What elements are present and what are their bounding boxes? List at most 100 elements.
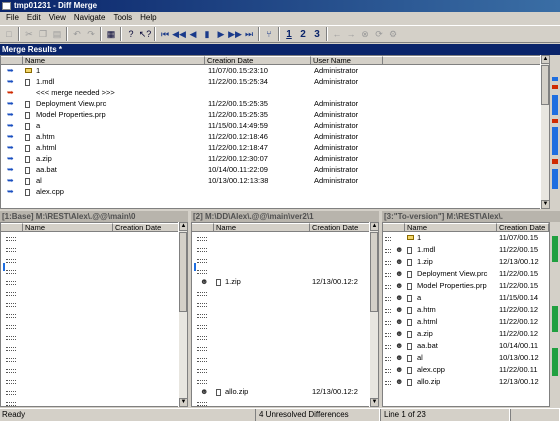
row-name[interactable]: 1 bbox=[36, 66, 212, 76]
column-header-name[interactable]: Name bbox=[23, 56, 205, 65]
menu-view[interactable]: View bbox=[45, 12, 70, 24]
menu-bar: File Edit View Navigate Tools Help bbox=[0, 12, 560, 24]
row-name[interactable]: aa.bat bbox=[417, 341, 497, 351]
refresh-icon[interactable]: ⟳ bbox=[372, 27, 386, 41]
diff-map-strip[interactable] bbox=[550, 222, 560, 407]
prev-conflict-icon[interactable]: ◀◀ bbox=[172, 27, 186, 41]
options-icon[interactable]: ⚙ bbox=[386, 27, 400, 41]
empty-row-marker bbox=[6, 270, 16, 274]
menu-tools[interactable]: Tools bbox=[109, 12, 136, 24]
row-name[interactable]: 1 bbox=[417, 233, 497, 243]
column-header-creation-date[interactable]: Creation Date bbox=[205, 56, 311, 65]
contributor-3-list[interactable]: Name Creation Date 1 11/07/00.15 ☻ 1.mdl 11/… bbox=[382, 222, 550, 407]
scroll-up-arrow-icon[interactable]: ▲ bbox=[179, 222, 188, 231]
column-header-creation-date[interactable]: Creation Date bbox=[310, 223, 370, 232]
paste-icon[interactable]: ▤ bbox=[50, 27, 64, 41]
row-name[interactable]: <<< merge needed >>> bbox=[36, 88, 212, 98]
diff-marker bbox=[552, 306, 558, 332]
column-header-creation-date[interactable]: Creation Date bbox=[113, 223, 179, 232]
scroll-down-arrow-icon[interactable]: ▼ bbox=[179, 398, 188, 407]
row-name[interactable]: a.htm bbox=[417, 305, 497, 315]
new-icon[interactable]: □ bbox=[2, 27, 16, 41]
row-name[interactable]: allo.zip bbox=[225, 387, 248, 397]
current-icon[interactable]: ▮ bbox=[200, 27, 214, 41]
print-icon[interactable]: ▦ bbox=[104, 27, 118, 41]
scroll-thumb[interactable] bbox=[541, 65, 549, 105]
contributor-2-scrollbar[interactable]: ▲ ▼ bbox=[369, 222, 379, 407]
row-name[interactable]: 1.mdl bbox=[417, 245, 497, 255]
scroll-thumb[interactable] bbox=[179, 232, 187, 312]
copy-icon[interactable]: ❐ bbox=[36, 27, 50, 41]
cut-icon[interactable]: ✂ bbox=[22, 27, 36, 41]
row-name[interactable]: 1.zip bbox=[225, 277, 241, 287]
back-icon[interactable]: ← bbox=[330, 27, 344, 41]
row-name[interactable]: al bbox=[36, 176, 212, 186]
column-header-icon[interactable] bbox=[383, 223, 405, 232]
row-name[interactable]: al bbox=[417, 353, 497, 363]
column-header-creation-date[interactable]: Creation Date bbox=[497, 223, 549, 232]
scroll-thumb[interactable] bbox=[370, 232, 378, 312]
row-name[interactable]: Deployment View.prc bbox=[417, 269, 497, 279]
menu-help[interactable]: Help bbox=[136, 12, 160, 24]
row-name[interactable]: Model Properties.prp bbox=[36, 110, 212, 120]
column-header-icon[interactable] bbox=[192, 223, 214, 232]
column-header-icon[interactable] bbox=[1, 223, 23, 232]
row-name[interactable]: a.html bbox=[36, 143, 212, 153]
column-header-icon[interactable] bbox=[1, 56, 23, 65]
row-name[interactable]: a bbox=[417, 293, 497, 303]
merge-icon[interactable]: ⑂ bbox=[262, 27, 276, 41]
empty-row-marker bbox=[6, 358, 16, 362]
help-icon[interactable]: ? bbox=[124, 27, 138, 41]
column-header-user-name[interactable]: User Name bbox=[311, 56, 383, 65]
row-name[interactable]: 1.zip bbox=[417, 257, 497, 267]
row-name[interactable]: a.zip bbox=[36, 154, 212, 164]
row-name[interactable]: allo.zip bbox=[417, 377, 497, 387]
column-header-name[interactable]: Name bbox=[405, 223, 497, 232]
file-icon bbox=[25, 167, 30, 174]
next-conflict-icon[interactable]: ▶▶ bbox=[228, 27, 242, 41]
redo-icon[interactable]: ↷ bbox=[84, 27, 98, 41]
next-diff-icon[interactable]: ▶ bbox=[214, 27, 228, 41]
scroll-up-arrow-icon[interactable]: ▲ bbox=[370, 222, 379, 231]
merge-results-scrollbar[interactable]: ▲ ▼ bbox=[540, 55, 550, 209]
prev-diff-icon[interactable]: ◀ bbox=[186, 27, 200, 41]
row-name[interactable]: 1.mdl bbox=[36, 77, 212, 87]
stop-icon[interactable]: ⊗ bbox=[358, 27, 372, 41]
row-name[interactable]: a.htm bbox=[36, 132, 212, 142]
column-header-name[interactable]: Name bbox=[214, 223, 310, 232]
first-diff-icon[interactable]: ⏮ bbox=[158, 27, 172, 41]
row-name[interactable]: Deployment View.prc bbox=[36, 99, 212, 109]
user-icon: ☻ bbox=[395, 377, 404, 386]
row-name[interactable]: a.html bbox=[417, 317, 497, 327]
row-user-name: Administrator bbox=[314, 66, 359, 75]
row-name[interactable]: alex.cpp bbox=[36, 187, 212, 197]
contributor-3-button[interactable]: 3 bbox=[310, 27, 324, 41]
context-help-icon[interactable]: ↖? bbox=[138, 27, 152, 41]
contributor-2-list[interactable]: Name Creation Date ☻ 1.zip 12/13/00.12:2 ☻ a… bbox=[191, 222, 379, 407]
scroll-down-arrow-icon[interactable]: ▼ bbox=[370, 398, 379, 407]
contributor-1-list[interactable]: Name Creation Date bbox=[0, 222, 188, 407]
row-name[interactable]: Model Properties.prp bbox=[417, 281, 497, 291]
contributor-1-button[interactable]: 1 bbox=[282, 27, 296, 41]
last-diff-icon[interactable]: ⏭ bbox=[242, 27, 256, 41]
scroll-down-arrow-icon[interactable]: ▼ bbox=[541, 200, 550, 209]
row-name[interactable]: aa.bat bbox=[36, 165, 212, 175]
row-name[interactable]: a bbox=[36, 121, 212, 131]
merge-results-list[interactable]: Name Creation Date User Name ➥ 1 11/07/00.… bbox=[0, 55, 550, 209]
contributor-1-scrollbar[interactable]: ▲ ▼ bbox=[178, 222, 188, 407]
menu-edit[interactable]: Edit bbox=[23, 12, 45, 24]
conflict-marker bbox=[552, 85, 558, 89]
undo-icon[interactable]: ↶ bbox=[70, 27, 84, 41]
forward-icon[interactable]: → bbox=[344, 27, 358, 41]
menu-file[interactable]: File bbox=[2, 12, 23, 24]
merge-arrow-icon: ➥ bbox=[7, 176, 14, 185]
diff-map-strip[interactable] bbox=[550, 55, 560, 209]
contributor-2-button[interactable]: 2 bbox=[296, 27, 310, 41]
column-header-name[interactable]: Name bbox=[23, 223, 113, 232]
row-name[interactable]: a.zip bbox=[417, 329, 497, 339]
contributor-1-title: [1:Base] M:\REST\Alex\.@@\main\0 bbox=[0, 211, 188, 222]
menu-navigate[interactable]: Navigate bbox=[70, 12, 110, 24]
row-name[interactable]: alex.cpp bbox=[417, 365, 497, 375]
row-user-name: Administrator bbox=[314, 121, 359, 130]
scroll-up-arrow-icon[interactable]: ▲ bbox=[541, 55, 550, 64]
